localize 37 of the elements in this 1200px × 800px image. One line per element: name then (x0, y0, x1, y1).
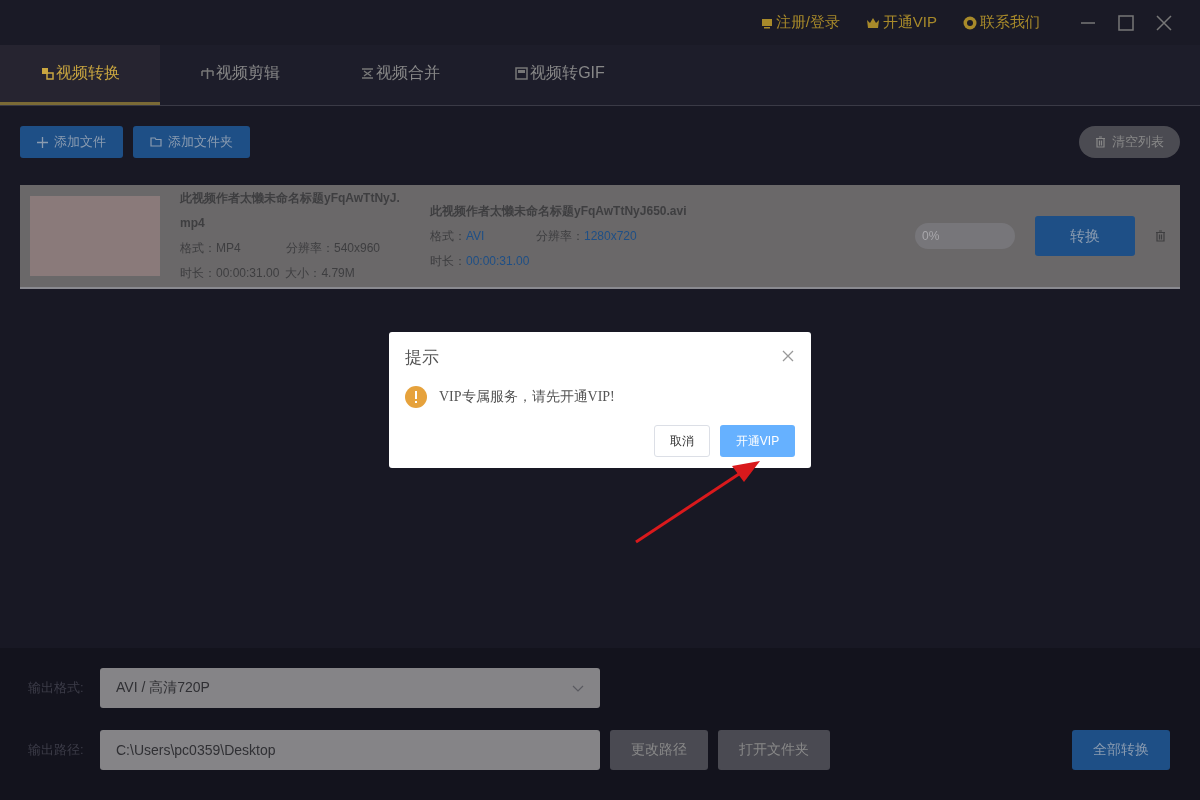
path-field[interactable]: C:\Users\pc0359\Desktop (100, 730, 600, 770)
user-icon (760, 16, 773, 29)
chevron-down-icon (572, 684, 584, 692)
close-icon[interactable] (1156, 14, 1172, 31)
plus-icon (37, 136, 48, 148)
tab[interactable]: 视频剪辑 (160, 45, 320, 105)
add-file-button[interactable]: 添加文件 (20, 126, 123, 158)
dialog-title: 提示 (405, 347, 439, 369)
convert-all-button[interactable]: 全部转换 (1072, 730, 1170, 770)
duration-value: 00:00:31.00 (466, 253, 530, 268)
dialog-message: VIP专属服务，请先开通VIP! (439, 388, 615, 406)
header-link[interactable]: 开通VIP (865, 13, 937, 32)
format-dropdown[interactable]: AVI / 高清720P (100, 668, 600, 708)
cancel-button[interactable]: 取消 (654, 425, 710, 457)
add-folder-button[interactable]: 添加文件夹 (133, 126, 250, 158)
maximize-icon[interactable] (1118, 14, 1134, 31)
folder-icon (150, 137, 162, 147)
tab[interactable]: 视频合并 (320, 45, 480, 105)
change-path-button[interactable]: 更改路径 (610, 730, 708, 770)
tab[interactable]: 视频转GIF (480, 45, 640, 105)
merge-icon (360, 67, 374, 80)
warning-icon (405, 386, 427, 408)
header-link[interactable]: 联系我们 (963, 13, 1040, 32)
format-value: AVI (466, 228, 485, 243)
header-link[interactable]: 注册/登录 (760, 13, 840, 32)
clear-list-button[interactable]: 清空列表 (1079, 126, 1180, 158)
convert-icon (40, 67, 54, 80)
crown-icon (865, 16, 880, 29)
trash-icon[interactable] (1155, 230, 1166, 242)
resolution-value: 1280x720 (584, 228, 637, 243)
open-vip-button[interactable]: 开通VIP (720, 425, 795, 457)
tab[interactable]: 视频转换 (0, 45, 160, 105)
trash-icon (1095, 136, 1106, 148)
close-icon[interactable] (781, 349, 795, 363)
gif-icon (515, 67, 529, 80)
convert-button[interactable]: 转换 (1035, 216, 1135, 256)
open-folder-button[interactable]: 打开文件夹 (718, 730, 830, 770)
